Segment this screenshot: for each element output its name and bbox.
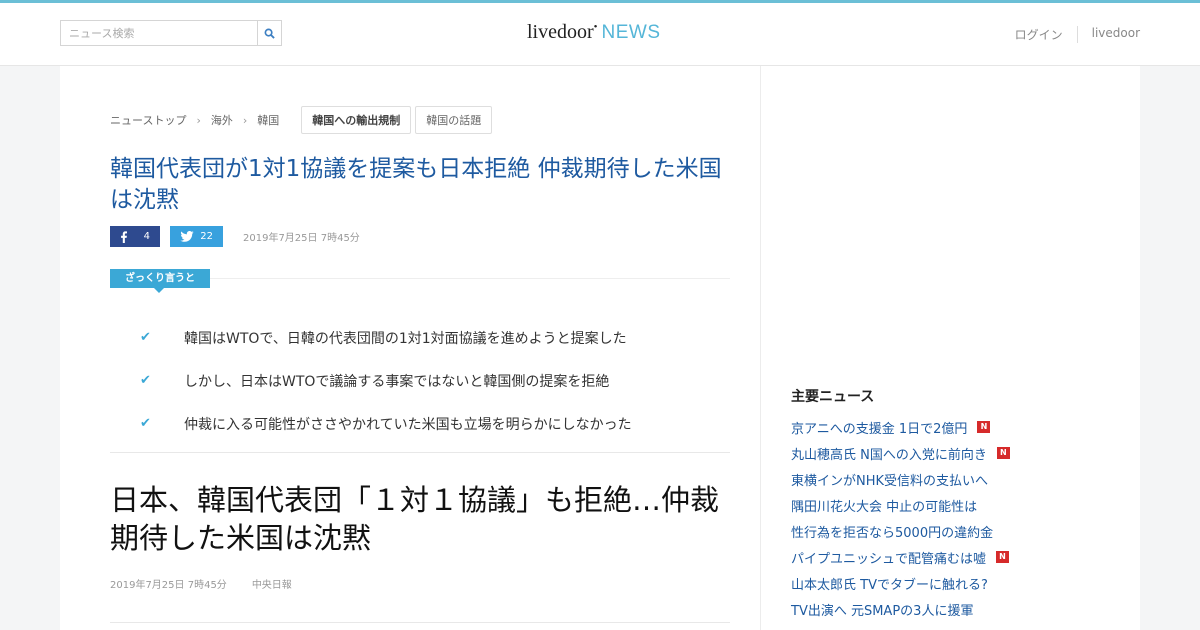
news-item-link[interactable]: 京アニへの支援金 1日で2億円 bbox=[791, 418, 967, 437]
summary-point: ✔ 韓国はWTOで、日韓の代表団間の1対1対面協議を進めようと提案した bbox=[140, 316, 632, 359]
summary-point-text: しかし、日本はWTOで議論する事案ではないと韓国側の提案を拒絶 bbox=[184, 373, 610, 390]
news-item-link[interactable]: 山本太郎氏 TVでタブーに触れる? bbox=[791, 574, 988, 593]
sidebar: 主要ニュース 京アニへの支援金 1日で2億円 N 丸山穂高氏 N国への入党に前向き… bbox=[760, 66, 1140, 630]
article-meta: 2019年7月25日 7時45分 中央日報 bbox=[110, 576, 292, 591]
article-headline: 日本、韓国代表団「１対１協議」も拒絶…仲裁期待した米国は沈黙 bbox=[110, 483, 720, 555]
summary-point: ✔ 仲裁に入る可能性がささやかれていた米国も立場を明らかにしなかった bbox=[140, 402, 632, 445]
main-news-list: 京アニへの支援金 1日で2億円 N 丸山穂高氏 N国への入党に前向き N 東横インが… bbox=[791, 414, 1010, 622]
twitter-share-button[interactable]: 22 bbox=[170, 226, 223, 247]
check-icon: ✔ bbox=[140, 416, 151, 431]
summary-divider bbox=[210, 278, 730, 279]
news-item-link[interactable]: パイプユニッシュで配管痛むは嘘 bbox=[791, 548, 986, 567]
new-badge: N bbox=[996, 447, 1010, 459]
news-item-link[interactable]: 東横インがNHK受信料の支払いへ bbox=[791, 470, 988, 489]
facebook-share-button[interactable]: 4 bbox=[110, 226, 160, 247]
news-item[interactable]: 隅田川花火大会 中止の可能性は bbox=[791, 492, 1010, 518]
news-item[interactable]: 京アニへの支援金 1日で2億円 N bbox=[791, 414, 1010, 440]
breadcrumb-top[interactable]: ニューストップ bbox=[110, 112, 186, 128]
news-item-link[interactable]: 隅田川花火大会 中止の可能性は bbox=[791, 496, 977, 515]
site-logo[interactable]: livedoor • NEWS bbox=[527, 21, 661, 44]
breadcrumb-korea[interactable]: 韓国 bbox=[257, 112, 279, 128]
header-links: ログイン livedoor bbox=[1001, 26, 1140, 43]
summary-point-text: 仲裁に入る可能性がささやかれていた米国も立場を明らかにしなかった bbox=[184, 416, 632, 433]
news-item[interactable]: 丸山穂高氏 N国への入党に前向き N bbox=[791, 440, 1010, 466]
news-item[interactable]: TV出演へ 元SMAPの3人に援軍 bbox=[791, 596, 1010, 622]
news-item-link[interactable]: 丸山穂高氏 N国への入党に前向き bbox=[791, 444, 987, 463]
logo-news: NEWS bbox=[601, 22, 661, 43]
tag-export-restriction[interactable]: 韓国への輸出規制 bbox=[301, 106, 412, 134]
chevron-right-icon: › bbox=[242, 113, 248, 127]
login-link[interactable]: ログイン bbox=[1001, 26, 1077, 43]
search-button[interactable] bbox=[257, 21, 281, 45]
section-divider bbox=[110, 622, 730, 623]
tag-korea-topics[interactable]: 韓国の話題 bbox=[415, 106, 493, 134]
summary-point: ✔ しかし、日本はWTOで議論する事案ではないと韓国側の提案を拒絶 bbox=[140, 359, 632, 402]
news-item-link[interactable]: 性行為を拒否なら5000円の違約金 bbox=[791, 522, 993, 541]
section-divider bbox=[110, 452, 730, 453]
livedoor-link[interactable]: livedoor bbox=[1076, 26, 1140, 43]
main-news-heading: 主要ニュース bbox=[791, 389, 875, 405]
breadcrumb-overseas[interactable]: 海外 bbox=[211, 112, 233, 128]
logo-livedoor: livedoor bbox=[527, 21, 594, 43]
news-item[interactable]: 性行為を拒否なら5000円の違約金 bbox=[791, 518, 1010, 544]
news-item[interactable]: 山本太郎氏 TVでタブーに触れる? bbox=[791, 570, 1010, 596]
article-title[interactable]: 韓国代表団が1対1協議を提案も日本拒絶 仲裁期待した米国は沈黙 bbox=[110, 154, 730, 216]
summary-points: ✔ 韓国はWTOで、日韓の代表団間の1対1対面協議を進めようと提案した ✔ しか… bbox=[140, 316, 632, 445]
new-badge: N bbox=[996, 551, 1010, 563]
site-header: livedoor• NEWS ログイン livedoor bbox=[0, 3, 1200, 66]
search-icon bbox=[264, 28, 275, 39]
twitter-icon bbox=[180, 231, 194, 242]
article-source: 中央日報 bbox=[251, 580, 292, 591]
article-meta-date: 2019年7月25日 7時45分 bbox=[110, 580, 227, 591]
article-column: ニューストップ › 海外 › 韓国 韓国への輸出規制 韓国の話題 韓国代表団が1… bbox=[60, 66, 760, 630]
search-input[interactable] bbox=[61, 21, 257, 45]
summary-point-text: 韓国はWTOで、日韓の代表団間の1対1対面協議を進めようと提案した bbox=[184, 330, 627, 347]
check-icon: ✔ bbox=[140, 330, 151, 345]
facebook-icon bbox=[121, 230, 127, 243]
share-bar: 4 22 2019年7月25日 7時45分 bbox=[110, 226, 360, 247]
news-item[interactable]: 東横インがNHK受信料の支払いへ bbox=[791, 466, 1010, 492]
search-box bbox=[60, 20, 282, 46]
chevron-right-icon: › bbox=[196, 113, 201, 127]
article-date: 2019年7月25日 7時45分 bbox=[243, 233, 360, 244]
new-badge: N bbox=[977, 421, 991, 433]
logo-dot: • bbox=[593, 21, 598, 33]
facebook-count: 4 bbox=[143, 231, 150, 242]
news-item[interactable]: パイプユニッシュで配管痛むは嘘 N bbox=[791, 544, 1010, 570]
summary-label: ざっくり言うと bbox=[110, 269, 210, 293]
twitter-count: 22 bbox=[200, 231, 213, 242]
check-icon: ✔ bbox=[140, 373, 151, 388]
news-item-link[interactable]: TV出演へ 元SMAPの3人に援軍 bbox=[791, 600, 973, 619]
breadcrumb: ニューストップ › 海外 › 韓国 韓国への輸出規制 韓国の話題 bbox=[110, 106, 493, 134]
